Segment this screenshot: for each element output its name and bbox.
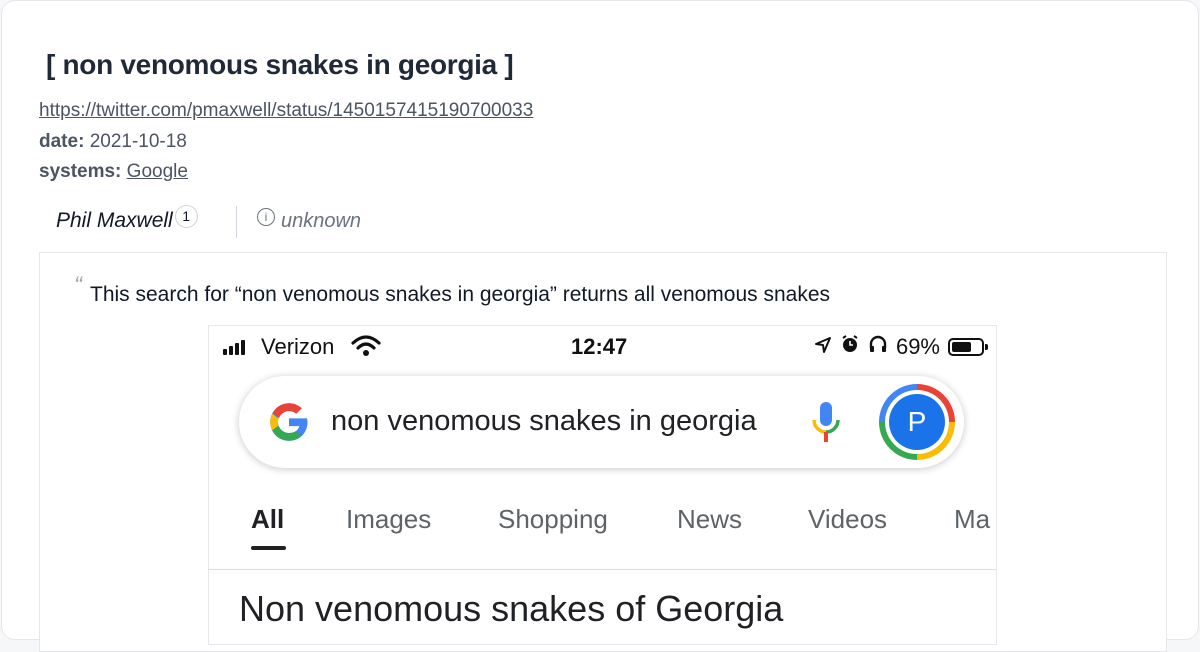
headphones-icon bbox=[868, 334, 888, 360]
status-text: unknown bbox=[281, 210, 362, 232]
tab-maps[interactable]: Ma bbox=[954, 504, 990, 535]
clock: 12:47 bbox=[571, 334, 628, 359]
tab-images[interactable]: Images bbox=[346, 504, 431, 535]
source-link[interactable]: https://twitter.com/pmaxwell/status/1450… bbox=[39, 100, 533, 121]
date-row: date: 2021-10-18 bbox=[39, 131, 187, 153]
tab-all[interactable]: All bbox=[251, 504, 284, 535]
result-title[interactable]: Non venomous snakes of Georgia bbox=[239, 588, 783, 630]
wifi-icon bbox=[351, 334, 381, 364]
date-label: date: bbox=[39, 131, 85, 152]
quote-text: This search for “non venomous snakes in … bbox=[90, 283, 831, 306]
tabs-divider bbox=[209, 569, 996, 570]
active-tab-indicator bbox=[251, 546, 286, 550]
status-bar: Verizon 12:47 69% bbox=[209, 326, 996, 370]
alarm-icon bbox=[840, 334, 860, 360]
post-card: [ non venomous snakes in georgia ] https… bbox=[1, 0, 1199, 652]
divider bbox=[236, 206, 237, 238]
tab-news[interactable]: News bbox=[677, 504, 742, 535]
info-icon[interactable]: i bbox=[257, 207, 275, 226]
account-avatar[interactable]: P bbox=[879, 384, 955, 460]
tab-shopping[interactable]: Shopping bbox=[498, 504, 608, 535]
source-url: https://twitter.com/pmaxwell/status/1450… bbox=[39, 100, 533, 122]
status-unknown: i unknown bbox=[257, 207, 362, 233]
tab-videos[interactable]: Videos bbox=[808, 504, 887, 535]
systems-row: systems: Google bbox=[39, 161, 188, 183]
status-icons: 69% bbox=[814, 334, 988, 360]
location-icon bbox=[814, 334, 832, 360]
avatar-letter: P bbox=[889, 394, 945, 450]
search-query[interactable]: non venomous snakes in georgia bbox=[331, 405, 757, 438]
systems-label: systems: bbox=[39, 161, 122, 182]
signal-icon bbox=[223, 340, 245, 355]
search-bar[interactable]: non venomous snakes in georgia P bbox=[239, 376, 964, 468]
footnote-badge[interactable]: 1 bbox=[174, 205, 198, 228]
page-title: [ non venomous snakes in georgia ] bbox=[46, 49, 514, 80]
quote-mark: “ bbox=[74, 272, 82, 299]
microphone-icon[interactable] bbox=[809, 400, 843, 453]
author-name: Phil Maxwell 1 bbox=[56, 205, 198, 233]
systems-link[interactable]: Google bbox=[127, 161, 188, 182]
google-logo-icon bbox=[267, 400, 311, 449]
author-label: Phil Maxwell bbox=[56, 209, 173, 232]
embedded-screenshot: Verizon 12:47 69% non venomous snakes in… bbox=[208, 325, 997, 645]
battery-percent: 69% bbox=[895, 334, 940, 359]
battery-icon bbox=[948, 338, 988, 356]
date-value: 2021-10-18 bbox=[89, 131, 187, 152]
search-tabs: All Images Shopping News Videos Ma bbox=[209, 504, 996, 554]
avatar-gap: P bbox=[885, 390, 949, 454]
carrier-name: Verizon bbox=[261, 334, 335, 359]
